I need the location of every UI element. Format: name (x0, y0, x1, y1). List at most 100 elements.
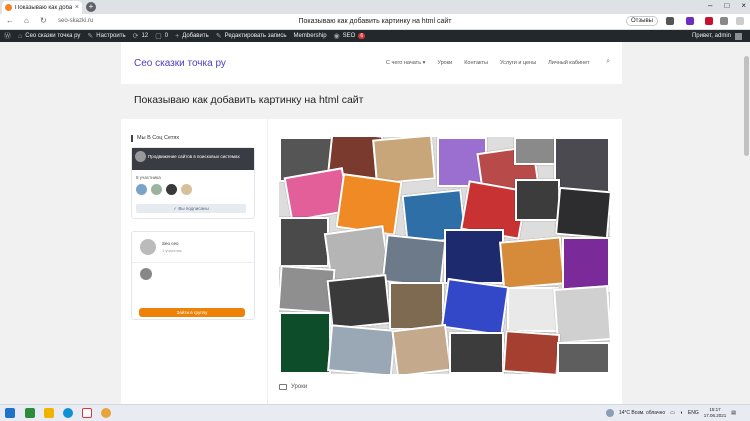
seo-icon: ◉ (333, 33, 340, 40)
wp-edit-post[interactable]: ✎ Редактировать запись (216, 32, 287, 40)
wp-customize[interactable]: ✎ Настроить (87, 32, 125, 40)
browser-tab[interactable]: Показываю как добав × (2, 1, 82, 14)
vk-widget: Продвижение сайтов в поисковых системах … (131, 147, 255, 219)
page-scrollbar[interactable] (743, 42, 750, 404)
collage-photo (279, 312, 331, 374)
collage-photo (514, 137, 559, 165)
comments-icon: ▢ (155, 33, 162, 40)
chevron-down-icon: ▾ (422, 60, 426, 66)
extension-purple-icon[interactable] (686, 17, 694, 25)
notifications-icon[interactable]: ▤ (731, 410, 736, 416)
volume-icon[interactable]: ◖ (680, 410, 683, 416)
browser-tab-bar: Показываю как добав × + – □ × (0, 0, 750, 14)
menu-item-contacts[interactable]: Контакты (464, 60, 488, 66)
divider (132, 262, 254, 263)
edit-icon: ✎ (215, 33, 222, 40)
new-tab-button[interactable]: + (86, 2, 96, 12)
wp-admin-bar: Ⓦ ⌂ Сео сказки точка ру ✎ Настроить ⟳ 12 ▢ 0… (0, 30, 750, 42)
join-group-button[interactable]: Зайти в группу (139, 308, 245, 317)
avatar[interactable] (166, 184, 177, 195)
collage-photo (372, 137, 436, 185)
ok-group-name[interactable]: Seo ceo (162, 241, 179, 246)
clock[interactable]: 15:17 17.06.2021 (704, 407, 727, 419)
main-menu: С чего начать ▾ Уроки Контакты Услуги и … (386, 60, 590, 66)
app-icon[interactable] (25, 408, 35, 418)
plus-icon: + (175, 32, 180, 40)
tab-close-icon[interactable]: × (75, 4, 79, 11)
extension-red-icon[interactable] (705, 17, 713, 25)
wp-site-name[interactable]: ⌂ Сео сказки точка ру (18, 33, 80, 40)
category-link[interactable]: Уроки (291, 384, 307, 390)
wp-membership[interactable]: Membership (294, 33, 327, 39)
vk-member-avatars (136, 184, 192, 195)
yandex-browser-icon[interactable] (82, 408, 92, 418)
content-divider (267, 119, 268, 404)
edge-icon[interactable] (63, 408, 73, 418)
tab-title: Показываю как добав (15, 4, 72, 11)
search-icon[interactable]: ⌕ (606, 58, 610, 66)
wp-account[interactable]: Привет, admin (692, 32, 750, 40)
system-tray: 14°C Возм. облачно ▭ ◖ ENG 15:17 17.06.2… (605, 407, 736, 419)
collage-photo (391, 323, 452, 374)
avatar[interactable] (151, 184, 162, 195)
avatar[interactable] (140, 268, 152, 280)
menu-item-start[interactable]: С чего начать ▾ (386, 60, 425, 66)
maximize-button[interactable]: □ (724, 1, 729, 10)
avatar[interactable] (181, 184, 192, 195)
avatar (735, 32, 742, 40)
widget-title: Мы В Соц Сетях (131, 135, 257, 142)
vk-cover[interactable]: Продвижение сайтов в поисковых системах (132, 148, 254, 170)
reviews-button[interactable]: Отзывы (626, 16, 658, 26)
collage-photo (557, 342, 610, 374)
chrome-icon[interactable] (101, 408, 111, 418)
content-area: Мы В Соц Сетях Продвижение сайтов в поис… (121, 119, 622, 404)
wp-logo-item[interactable]: Ⓦ (4, 31, 11, 41)
wp-comments[interactable]: ▢ 0 (155, 32, 168, 40)
reload-icon[interactable]: ↻ (40, 16, 47, 25)
collage-photo (440, 277, 510, 337)
vk-subscribed-button[interactable]: ✓ Вы подписаны (136, 204, 246, 213)
post-category[interactable]: Уроки (279, 384, 307, 390)
seo-badge: 6 (358, 33, 366, 39)
menu-item-services[interactable]: Услуги и цены (500, 60, 536, 66)
language-indicator[interactable]: ENG (688, 410, 699, 416)
home-icon: ⌂ (18, 32, 23, 40)
network-icon[interactable]: ▭ (670, 410, 675, 416)
close-window-button[interactable]: × (741, 1, 746, 10)
collage-photo (553, 285, 610, 344)
screen: Показываю как добав × + – □ × ← ⌂ ↻ seo-… (0, 0, 750, 421)
collage-photo (555, 186, 610, 240)
browser-toolbar: ← ⌂ ↻ seo-skazki.ru Показываю как добави… (0, 14, 750, 30)
collage-photo (502, 330, 561, 374)
address-input[interactable]: seo-skazki.ru (58, 16, 128, 27)
ok-group-avatar[interactable] (140, 239, 156, 255)
weather-text[interactable]: 14°C Возм. облачно (619, 410, 665, 416)
ok-group-members: 1 участник (162, 248, 182, 253)
updates-icon: ⟳ (132, 33, 139, 40)
windows-taskbar: 14°C Возм. облачно ▭ ◖ ENG 15:17 17.06.2… (0, 404, 750, 421)
collage-photo (444, 229, 504, 284)
weather-icon (605, 409, 614, 417)
scrollbar-thumb[interactable] (744, 56, 749, 156)
menu-item-lessons[interactable]: Уроки (437, 60, 452, 66)
site-logo[interactable]: Сео сказки точка ру (134, 58, 226, 69)
wp-updates[interactable]: ⟳ 12 (133, 32, 149, 40)
home-icon[interactable]: ⌂ (24, 16, 29, 25)
window-controls: – □ × (708, 1, 746, 10)
downloads-icon[interactable] (736, 17, 744, 25)
windows-start-icon[interactable] (5, 408, 15, 418)
title-area: Показываю как добавить картинку на html … (121, 84, 622, 124)
collage-photo (326, 274, 392, 330)
extension-icon[interactable] (666, 17, 674, 25)
profile-icon[interactable] (720, 17, 728, 25)
minimize-button[interactable]: – (708, 1, 712, 10)
back-arrow-icon[interactable]: ← (6, 16, 14, 25)
collage-photo (449, 332, 504, 374)
menu-item-cabinet[interactable]: Личный кабинет (548, 60, 589, 66)
avatar[interactable] (136, 184, 147, 195)
wp-add-new[interactable]: + Добавить (175, 33, 209, 40)
file-explorer-icon[interactable] (44, 408, 54, 418)
wordpress-icon: Ⓦ (4, 33, 11, 40)
wp-seo[interactable]: ◉ SEO 6 (334, 32, 366, 40)
post-featured-image (279, 137, 610, 374)
